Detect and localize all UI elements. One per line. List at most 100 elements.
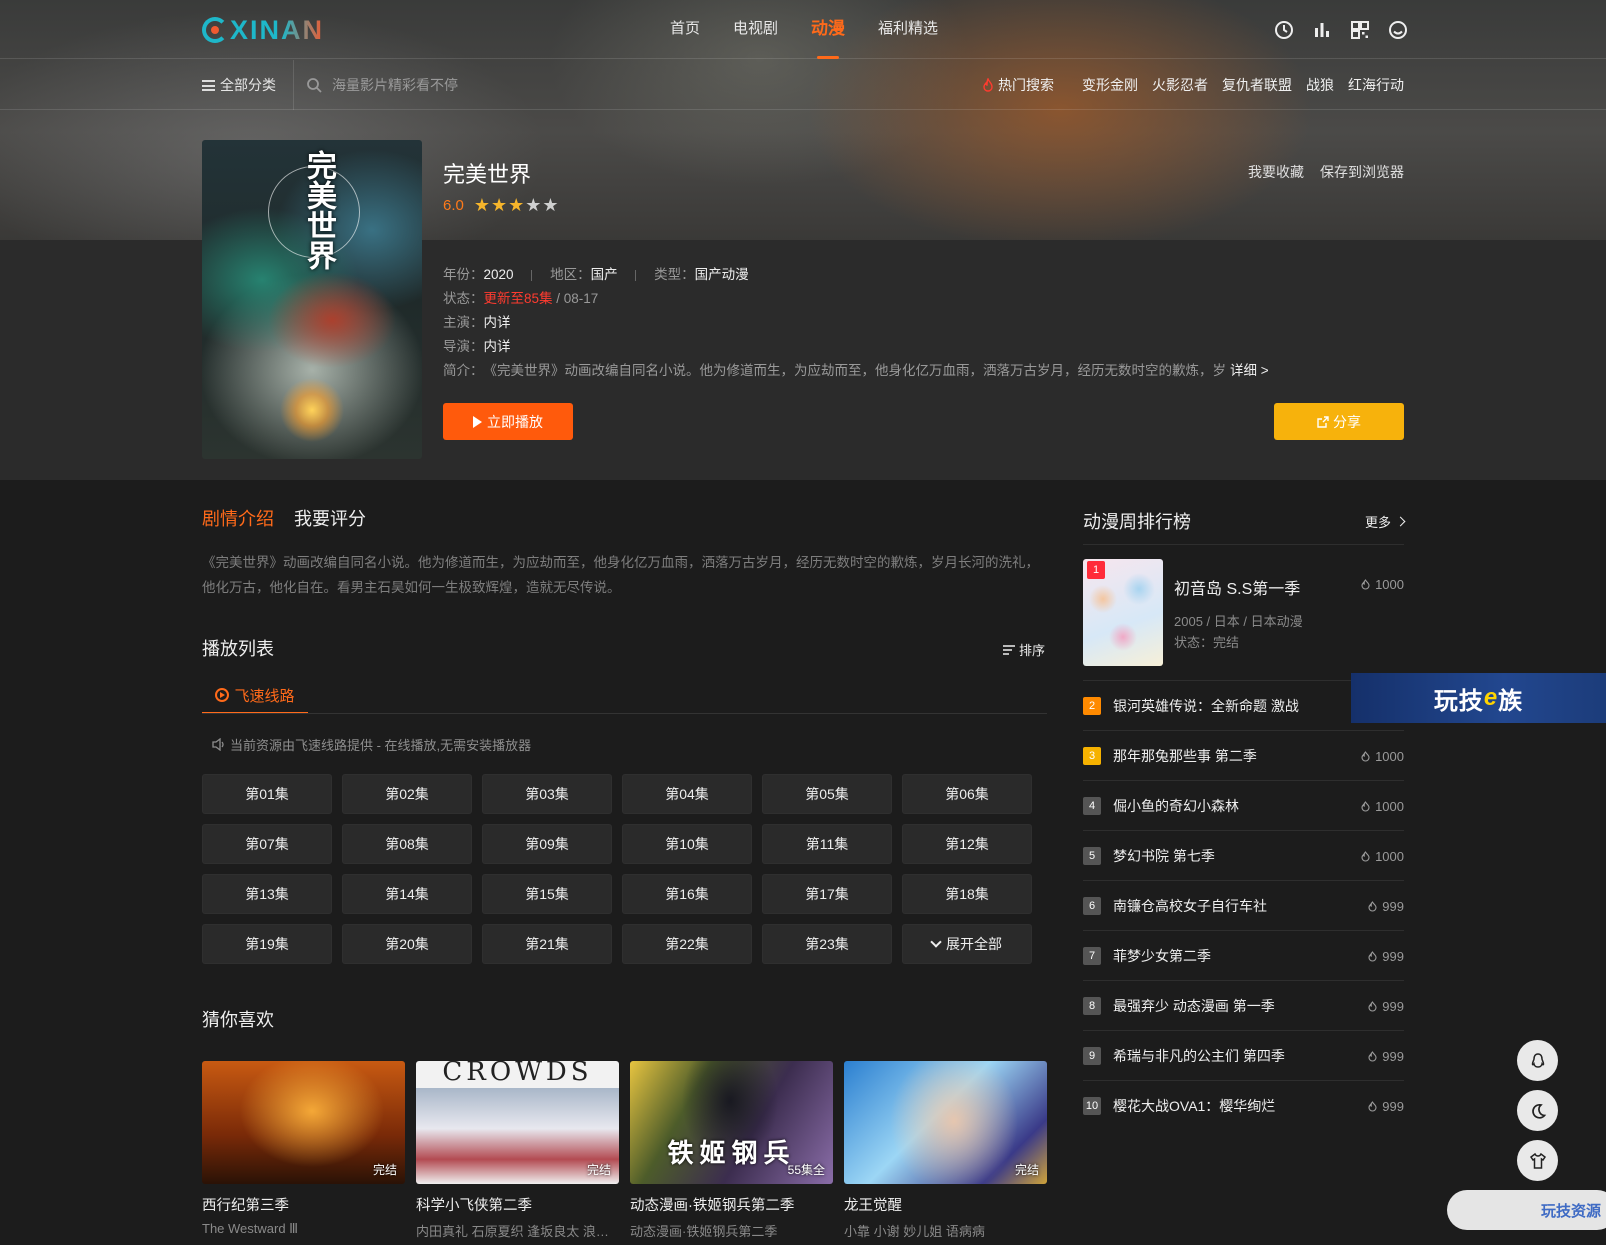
nav-item[interactable]: 福利精选 [878, 0, 938, 59]
recommend-cover[interactable]: 完结 [202, 1061, 405, 1184]
hot-search-item[interactable]: 战狼 [1306, 75, 1334, 95]
ranking-item-name[interactable]: 希瑞与非凡的公主们 第四季 [1113, 1046, 1285, 1066]
episode-button[interactable]: 第20集 [342, 924, 472, 964]
intro-more-link[interactable]: 详细 > [1230, 363, 1269, 378]
poster-image[interactable]: 完美世界 [202, 140, 422, 459]
dark-mode-button[interactable] [1517, 1090, 1558, 1131]
meta-row-director: 导演：内详 [443, 335, 511, 355]
episode-button[interactable]: 第06集 [902, 774, 1032, 814]
ranking-first-name[interactable]: 初音岛 S.S第一季 [1174, 575, 1300, 599]
recommend-cover[interactable]: 完结 [844, 1061, 1047, 1184]
ranking-item[interactable]: 4 倔小鱼的奇幻小森林 1000 [1083, 780, 1404, 830]
hot-search-item[interactable]: 火影忍者 [1152, 75, 1208, 95]
share-button[interactable]: 分享 [1274, 403, 1404, 440]
ranking-item-first[interactable]: 1 初音岛 S.S第一季 1000 2005 / 日本 / 日本动漫 状态：完结 [1083, 559, 1404, 666]
episode-button[interactable]: 第22集 [622, 924, 752, 964]
ranking-item[interactable]: 9 希瑞与非凡的公主们 第四季 999 [1083, 1030, 1404, 1080]
episode-button[interactable]: 第09集 [482, 824, 612, 864]
episode-button[interactable]: 第10集 [622, 824, 752, 864]
menu-icon [202, 79, 215, 91]
hot-count-value: 999 [1382, 1049, 1404, 1064]
source-notice: 当前资源由飞速线路提供 - 在线播放,无需安装播放器 [212, 735, 531, 754]
site-logo[interactable]: XINAN [202, 14, 324, 46]
episode-button[interactable]: 第14集 [342, 874, 472, 914]
favorite-link[interactable]: 我要收藏 [1248, 162, 1304, 182]
recommend-cover[interactable]: CROWDS 完结 [416, 1061, 619, 1184]
search-icon[interactable] [306, 77, 322, 93]
episode-button[interactable]: 第03集 [482, 774, 612, 814]
ranking-item[interactable]: 7 菲梦少女第二季 999 [1083, 930, 1404, 980]
ranking-icon[interactable] [1310, 18, 1334, 42]
recommend-title[interactable]: 动态漫画·铁姬钢兵第二季 [630, 1194, 833, 1215]
ranking-item-name[interactable]: 那年那兔那些事 第二季 [1113, 746, 1257, 766]
recommend-card[interactable]: CROWDS 完结 科学小飞侠第二季 内田真礼 石原夏织 逢坂良太 浪川大辅 [416, 1061, 619, 1240]
episode-button[interactable]: 第15集 [482, 874, 612, 914]
hot-search-item[interactable]: 复仇者联盟 [1222, 75, 1292, 95]
recommend-title[interactable]: 龙王觉醒 [844, 1194, 1047, 1215]
type-value[interactable]: 国产动漫 [695, 267, 749, 282]
recommend-card[interactable]: 铁姬钢兵 55集全 动态漫画·铁姬钢兵第二季 动态漫画·铁姬钢兵第二季 [630, 1061, 833, 1240]
theme-button[interactable] [1517, 1140, 1558, 1181]
ranking-item-name[interactable]: 樱花大战OVA1：樱华绚烂 [1113, 1096, 1275, 1116]
ranking-item-name[interactable]: 最强弃少 动态漫画 第一季 [1113, 996, 1275, 1016]
nav-item[interactable]: 电视剧 [733, 0, 778, 59]
hot-search-item[interactable]: 红海行动 [1348, 75, 1404, 95]
episode-button[interactable]: 第07集 [202, 824, 332, 864]
recommend-cover[interactable]: 铁姬钢兵 55集全 [630, 1061, 833, 1184]
qq-button[interactable] [1517, 1040, 1558, 1081]
play-now-button[interactable]: 立即播放 [443, 403, 573, 440]
episode-button[interactable]: 第11集 [762, 824, 892, 864]
episode-button[interactable]: 第18集 [902, 874, 1032, 914]
recommend-title[interactable]: 西行纪第三季 [202, 1194, 405, 1215]
episode-button[interactable]: 第01集 [202, 774, 332, 814]
rating-stars[interactable]: ★ ★ ★ ★ ★ [474, 196, 560, 214]
episode-button[interactable]: 第16集 [622, 874, 752, 914]
recommend-card[interactable]: 完结 西行纪第三季 The Westward Ⅲ [202, 1061, 405, 1240]
expand-all-button[interactable]: 展开全部 [902, 924, 1032, 964]
ranking-item[interactable]: 6 南镰仓高校女子自行车社 999 [1083, 880, 1404, 930]
user-icon[interactable] [1386, 18, 1410, 42]
history-icon[interactable] [1272, 18, 1296, 42]
hot-search-item[interactable]: 变形金刚 [1082, 75, 1138, 95]
episode-button[interactable]: 第04集 [622, 774, 752, 814]
play-circle-icon [215, 688, 230, 702]
episode-button[interactable]: 第08集 [342, 824, 472, 864]
ranking-item-name[interactable]: 倔小鱼的奇幻小森林 [1113, 796, 1239, 816]
ranking-item-name[interactable]: 菲梦少女第二季 [1113, 946, 1211, 966]
ranking-item-name[interactable]: 银河英雄传说：全新命题 激战 [1113, 696, 1299, 716]
recommend-list: 完结 西行纪第三季 The Westward Ⅲ CROWDS 完结 科学小飞侠第二季 内田… [202, 1061, 1047, 1240]
recommend-title[interactable]: 科学小飞侠第二季 [416, 1194, 619, 1215]
qrcode-icon[interactable] [1348, 18, 1372, 42]
hot-icon [1368, 901, 1377, 912]
nav-item[interactable]: 动漫 [811, 0, 845, 59]
content-tab[interactable]: 剧情介绍 [202, 505, 274, 531]
episode-button[interactable]: 第23集 [762, 924, 892, 964]
year-value[interactable]: 2020 [484, 267, 514, 282]
episode-button[interactable]: 第13集 [202, 874, 332, 914]
episode-button[interactable]: 第02集 [342, 774, 472, 814]
ranking-item[interactable]: 8 最强弃少 动态漫画 第一季 999 [1083, 980, 1404, 1030]
episode-button[interactable]: 第19集 [202, 924, 332, 964]
ranking-item[interactable]: 5 梦幻书院 第七季 1000 [1083, 830, 1404, 880]
all-categories-button[interactable]: 全部分类 [202, 60, 276, 110]
recommend-card[interactable]: 完结 龙王觉醒 小靠 小谢 妙儿姐 语病病 [844, 1061, 1047, 1240]
region-value[interactable]: 国产 [591, 267, 618, 282]
rank-number: 10 [1083, 1096, 1101, 1115]
episode-button[interactable]: 第05集 [762, 774, 892, 814]
sort-button[interactable]: 排序 [1002, 640, 1045, 659]
ranking-item[interactable]: 3 那年那兔那些事 第二季 1000 [1083, 730, 1404, 780]
save-to-browser-link[interactable]: 保存到浏览器 [1320, 162, 1404, 182]
ranking-more-link[interactable]: 更多 [1365, 512, 1406, 531]
search-input[interactable] [332, 77, 632, 93]
ranking-item[interactable]: 10 樱花大战OVA1：樱华绚烂 999 [1083, 1080, 1404, 1130]
episode-button[interactable]: 第21集 [482, 924, 612, 964]
director-value[interactable]: 内详 [484, 339, 511, 354]
content-tab[interactable]: 我要评分 [294, 505, 366, 531]
ranking-item-name[interactable]: 南镰仓高校女子自行车社 [1113, 896, 1267, 916]
episode-button[interactable]: 第17集 [762, 874, 892, 914]
episode-button[interactable]: 第12集 [902, 824, 1032, 864]
ranking-item-name[interactable]: 梦幻书院 第七季 [1113, 846, 1215, 866]
nav-item[interactable]: 首页 [670, 0, 700, 59]
route-tab-feisu[interactable]: 飞速线路 [202, 678, 308, 714]
actors-value[interactable]: 内详 [484, 315, 511, 330]
